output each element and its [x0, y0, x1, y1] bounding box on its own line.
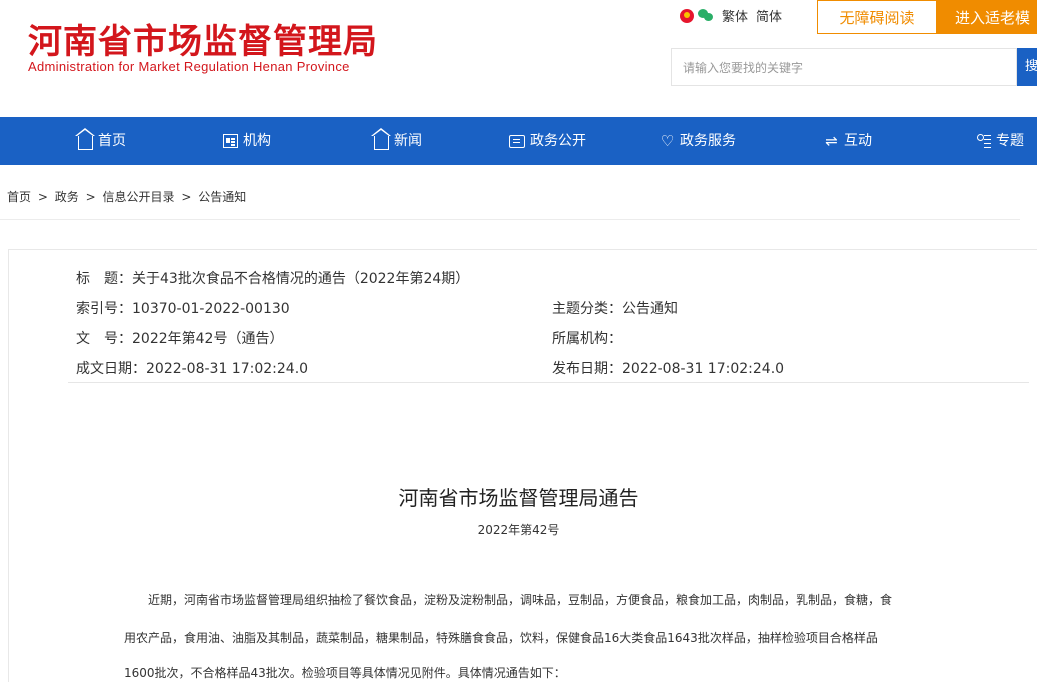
meta-divider [68, 382, 1029, 383]
accessibility-reading-button[interactable]: 无障碍阅读 [817, 0, 937, 34]
nav-item-interaction[interactable]: ⇌ 互动 [824, 117, 872, 165]
meta-agency-label: 所属机构： [552, 331, 622, 347]
meta-category-value: 公告通知 [622, 301, 678, 317]
meta-created-value: 2022-08-31 17:02:24.0 [146, 361, 309, 377]
meta-doc-number: 文 号：2022年第42号（通告） [76, 328, 283, 348]
breadcrumb-divider [0, 219, 1020, 220]
nav-item-home[interactable]: 首页 [75, 117, 126, 165]
search-input[interactable]: 请输入您要找的关键字 [671, 48, 1017, 86]
nav-item-label: 新闻 [394, 133, 422, 149]
elderly-mode-button[interactable]: 进入适老模 [937, 0, 1037, 34]
breadcrumb-home[interactable]: 首页 [7, 190, 31, 204]
meta-index-label: 索引号： [76, 301, 132, 317]
breadcrumb-separator: > [85, 190, 96, 204]
meta-agency: 所属机构： [552, 328, 622, 348]
breadcrumb-government[interactable]: 政务 [55, 190, 79, 204]
meta-published-label: 发布日期： [552, 361, 622, 377]
paragraph-line: 1600批次，不合格样品43批次。检验项目等具体情况见附件。具体情况通告如下： [124, 666, 566, 680]
search-button[interactable]: 搜 [1017, 48, 1037, 86]
meta-doc-number-value: 2022年第42号（通告） [132, 331, 284, 347]
breadcrumb: 首页 > 政务 > 信息公开目录 > 公告通知 [7, 188, 246, 205]
nav-item-label: 机构 [243, 133, 271, 149]
nav-item-topics[interactable]: 专题 [977, 117, 1024, 165]
site-header: 河南省市场监督管理局 Administration for Market Reg… [0, 0, 1037, 116]
meta-created-date: 成文日期：2022-08-31 17:02:24.0 [76, 358, 308, 378]
main-nav: 首页 机构 新闻 政务公开 ♡ 政务服务 ⇌ 互动 专题 [0, 117, 1037, 165]
meta-index-value: 10370-01-2022-00130 [132, 301, 290, 317]
simplified-chinese-link[interactable]: 简体 [756, 6, 782, 25]
document-number: 2022年第42号 [477, 523, 560, 537]
nav-item-government-services[interactable]: ♡ 政务服务 [660, 117, 736, 165]
site-subtitle: Administration for Market Regulation Hen… [28, 59, 350, 74]
meta-doc-number-label: 文 号： [76, 331, 132, 347]
wechat-icon[interactable] [698, 9, 714, 22]
nav-item-government-affairs[interactable]: 政务公开 [509, 117, 586, 165]
meta-index: 索引号：10370-01-2022-00130 [76, 298, 290, 318]
site-title[interactable]: 河南省市场监督管理局 [28, 14, 378, 63]
nav-item-label: 政务公开 [530, 133, 586, 149]
meta-title: 标 题：关于43批次食品不合格情况的通告（2022年第24期） [76, 268, 469, 288]
paragraph-line: 用农产品，食用油、油脂及其制品，蔬菜制品，糖果制品，特殊膳食食品，饮料，保健食品… [124, 631, 878, 645]
nav-item-organization[interactable]: 机构 [223, 117, 271, 165]
paragraph-line: 近期，河南省市场监督管理局组织抽检了餐饮食品，淀粉及淀粉制品，调味品，豆制品，方… [148, 593, 893, 607]
nav-item-label: 互动 [844, 133, 872, 149]
breadcrumb-separator: > [37, 190, 48, 204]
breadcrumb-separator: > [181, 190, 192, 204]
heart-icon: ♡ [660, 131, 675, 150]
nav-item-label: 专题 [996, 133, 1024, 149]
topic-list-icon [977, 134, 991, 148]
breadcrumb-notices[interactable]: 公告通知 [198, 190, 246, 204]
meta-title-value: 关于43批次食品不合格情况的通告（2022年第24期） [132, 271, 470, 287]
document-heading: 河南省市场监督管理局通告 [398, 486, 639, 510]
weibo-icon[interactable] [680, 8, 694, 23]
breadcrumb-info-catalog[interactable]: 信息公开目录 [102, 190, 174, 204]
meta-published-date: 发布日期：2022-08-31 17:02:24.0 [552, 358, 784, 378]
meta-published-value: 2022-08-31 17:02:24.0 [622, 361, 785, 377]
meta-category-label: 主题分类： [552, 301, 622, 317]
nav-item-news[interactable]: 新闻 [371, 117, 422, 165]
home-icon [75, 128, 95, 150]
meta-title-label: 标 题： [76, 271, 132, 287]
traditional-chinese-link[interactable]: 繁体 [722, 6, 748, 25]
government-affairs-icon [509, 134, 525, 148]
news-icon [371, 128, 391, 150]
nav-item-label: 政务服务 [680, 133, 736, 149]
organization-icon [223, 134, 238, 148]
exchange-icon: ⇌ [825, 131, 838, 150]
social-lang-bar: 繁体 简体 [680, 6, 782, 25]
nav-item-label: 首页 [98, 133, 126, 149]
meta-category: 主题分类：公告通知 [552, 298, 678, 318]
meta-created-label: 成文日期： [76, 361, 146, 377]
